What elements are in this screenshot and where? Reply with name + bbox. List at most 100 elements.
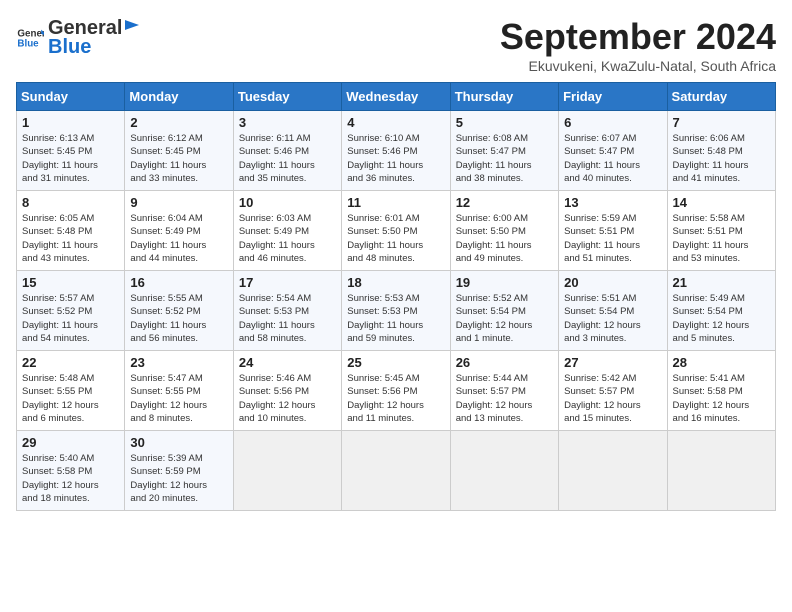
day-number: 24	[239, 355, 336, 370]
day-info: Sunrise: 5:40 AM Sunset: 5:58 PM Dayligh…	[22, 452, 119, 505]
day-number: 3	[239, 115, 336, 130]
day-info: Sunrise: 6:12 AM Sunset: 5:45 PM Dayligh…	[130, 132, 227, 185]
calendar-day-cell: 21 Sunrise: 5:49 AM Sunset: 5:54 PM Dayli…	[667, 271, 775, 351]
day-info: Sunrise: 6:05 AM Sunset: 5:48 PM Dayligh…	[22, 212, 119, 265]
day-of-week-header: Saturday	[667, 83, 775, 111]
day-info: Sunrise: 6:01 AM Sunset: 5:50 PM Dayligh…	[347, 212, 444, 265]
calendar-day-cell: 4 Sunrise: 6:10 AM Sunset: 5:46 PM Daylig…	[342, 111, 450, 191]
calendar-day-cell: 6 Sunrise: 6:07 AM Sunset: 5:47 PM Daylig…	[559, 111, 667, 191]
day-number: 5	[456, 115, 553, 130]
title-block: September 2024 Ekuvukeni, KwaZulu-Natal,…	[500, 16, 776, 74]
calendar-day-cell: 19 Sunrise: 5:52 AM Sunset: 5:54 PM Dayli…	[450, 271, 558, 351]
calendar-table: SundayMondayTuesdayWednesdayThursdayFrid…	[16, 82, 776, 511]
calendar-day-cell: 24 Sunrise: 5:46 AM Sunset: 5:56 PM Dayli…	[233, 351, 341, 431]
day-info: Sunrise: 5:39 AM Sunset: 5:59 PM Dayligh…	[130, 452, 227, 505]
day-number: 7	[673, 115, 770, 130]
calendar-day-cell	[233, 431, 341, 511]
day-info: Sunrise: 5:52 AM Sunset: 5:54 PM Dayligh…	[456, 292, 553, 345]
calendar-day-cell: 9 Sunrise: 6:04 AM Sunset: 5:49 PM Daylig…	[125, 191, 233, 271]
day-info: Sunrise: 5:47 AM Sunset: 5:55 PM Dayligh…	[130, 372, 227, 425]
day-number: 22	[22, 355, 119, 370]
location: Ekuvukeni, KwaZulu-Natal, South Africa	[500, 58, 776, 74]
day-number: 27	[564, 355, 661, 370]
page-header: General Blue General Blue September 2024…	[16, 16, 776, 74]
day-info: Sunrise: 5:42 AM Sunset: 5:57 PM Dayligh…	[564, 372, 661, 425]
day-info: Sunrise: 5:45 AM Sunset: 5:56 PM Dayligh…	[347, 372, 444, 425]
day-info: Sunrise: 6:04 AM Sunset: 5:49 PM Dayligh…	[130, 212, 227, 265]
day-number: 20	[564, 275, 661, 290]
day-number: 21	[673, 275, 770, 290]
day-number: 19	[456, 275, 553, 290]
day-info: Sunrise: 5:41 AM Sunset: 5:58 PM Dayligh…	[673, 372, 770, 425]
calendar-day-cell: 27 Sunrise: 5:42 AM Sunset: 5:57 PM Dayli…	[559, 351, 667, 431]
calendar-week-row: 22 Sunrise: 5:48 AM Sunset: 5:55 PM Dayli…	[17, 351, 776, 431]
calendar-day-cell	[559, 431, 667, 511]
day-info: Sunrise: 5:59 AM Sunset: 5:51 PM Dayligh…	[564, 212, 661, 265]
logo: General Blue General Blue	[16, 16, 142, 59]
calendar-day-cell: 5 Sunrise: 6:08 AM Sunset: 5:47 PM Daylig…	[450, 111, 558, 191]
day-info: Sunrise: 5:55 AM Sunset: 5:52 PM Dayligh…	[130, 292, 227, 345]
calendar-day-cell: 20 Sunrise: 5:51 AM Sunset: 5:54 PM Dayli…	[559, 271, 667, 351]
day-number: 8	[22, 195, 119, 210]
month-title: September 2024	[500, 16, 776, 58]
day-info: Sunrise: 6:07 AM Sunset: 5:47 PM Dayligh…	[564, 132, 661, 185]
day-number: 1	[22, 115, 119, 130]
day-number: 26	[456, 355, 553, 370]
logo-chevron-icon	[123, 16, 141, 34]
day-number: 15	[22, 275, 119, 290]
day-info: Sunrise: 6:10 AM Sunset: 5:46 PM Dayligh…	[347, 132, 444, 185]
day-number: 18	[347, 275, 444, 290]
day-info: Sunrise: 5:44 AM Sunset: 5:57 PM Dayligh…	[456, 372, 553, 425]
day-info: Sunrise: 5:48 AM Sunset: 5:55 PM Dayligh…	[22, 372, 119, 425]
calendar-day-cell: 13Sunrise: 5:59 AM Sunset: 5:51 PM Dayli…	[559, 191, 667, 271]
calendar-day-cell: 30 Sunrise: 5:39 AM Sunset: 5:59 PM Dayli…	[125, 431, 233, 511]
day-number: 12	[456, 195, 553, 210]
calendar-day-cell	[667, 431, 775, 511]
day-of-week-header: Friday	[559, 83, 667, 111]
svg-text:Blue: Blue	[17, 38, 39, 49]
day-info: Sunrise: 5:53 AM Sunset: 5:53 PM Dayligh…	[347, 292, 444, 345]
day-number: 6	[564, 115, 661, 130]
calendar-day-cell: 3Sunrise: 6:11 AM Sunset: 5:46 PM Daylig…	[233, 111, 341, 191]
day-info: Sunrise: 5:46 AM Sunset: 5:56 PM Dayligh…	[239, 372, 336, 425]
calendar-day-cell: 28Sunrise: 5:41 AM Sunset: 5:58 PM Dayli…	[667, 351, 775, 431]
calendar-week-row: 1 Sunrise: 6:13 AM Sunset: 5:45 PM Daylig…	[17, 111, 776, 191]
calendar-day-cell: 2 Sunrise: 6:12 AM Sunset: 5:45 PM Daylig…	[125, 111, 233, 191]
day-info: Sunrise: 5:57 AM Sunset: 5:52 PM Dayligh…	[22, 292, 119, 345]
calendar-day-cell: 16Sunrise: 5:55 AM Sunset: 5:52 PM Dayli…	[125, 271, 233, 351]
calendar-day-cell: 7Sunrise: 6:06 AM Sunset: 5:48 PM Daylig…	[667, 111, 775, 191]
logo-icon: General Blue	[16, 24, 44, 52]
day-info: Sunrise: 6:13 AM Sunset: 5:45 PM Dayligh…	[22, 132, 119, 185]
calendar-week-row: 29Sunrise: 5:40 AM Sunset: 5:58 PM Dayli…	[17, 431, 776, 511]
day-info: Sunrise: 5:49 AM Sunset: 5:54 PM Dayligh…	[673, 292, 770, 345]
day-number: 30	[130, 435, 227, 450]
day-of-week-header: Sunday	[17, 83, 125, 111]
day-number: 14	[673, 195, 770, 210]
calendar-day-cell: 17Sunrise: 5:54 AM Sunset: 5:53 PM Dayli…	[233, 271, 341, 351]
day-info: Sunrise: 6:03 AM Sunset: 5:49 PM Dayligh…	[239, 212, 336, 265]
day-info: Sunrise: 5:51 AM Sunset: 5:54 PM Dayligh…	[564, 292, 661, 345]
calendar-day-cell: 26 Sunrise: 5:44 AM Sunset: 5:57 PM Dayli…	[450, 351, 558, 431]
calendar-day-cell: 8 Sunrise: 6:05 AM Sunset: 5:48 PM Daylig…	[17, 191, 125, 271]
day-info: Sunrise: 5:54 AM Sunset: 5:53 PM Dayligh…	[239, 292, 336, 345]
calendar-day-cell: 25 Sunrise: 5:45 AM Sunset: 5:56 PM Dayli…	[342, 351, 450, 431]
calendar-day-cell: 14 Sunrise: 5:58 AM Sunset: 5:51 PM Dayli…	[667, 191, 775, 271]
day-info: Sunrise: 5:58 AM Sunset: 5:51 PM Dayligh…	[673, 212, 770, 265]
day-number: 25	[347, 355, 444, 370]
calendar-day-cell: 1 Sunrise: 6:13 AM Sunset: 5:45 PM Daylig…	[17, 111, 125, 191]
calendar-day-cell: 15 Sunrise: 5:57 AM Sunset: 5:52 PM Dayli…	[17, 271, 125, 351]
day-of-week-header: Thursday	[450, 83, 558, 111]
day-number: 4	[347, 115, 444, 130]
day-info: Sunrise: 6:08 AM Sunset: 5:47 PM Dayligh…	[456, 132, 553, 185]
calendar-day-cell: 10Sunrise: 6:03 AM Sunset: 5:49 PM Dayli…	[233, 191, 341, 271]
calendar-day-cell: 12Sunrise: 6:00 AM Sunset: 5:50 PM Dayli…	[450, 191, 558, 271]
day-number: 11	[347, 195, 444, 210]
calendar-week-row: 8 Sunrise: 6:05 AM Sunset: 5:48 PM Daylig…	[17, 191, 776, 271]
day-of-week-header: Monday	[125, 83, 233, 111]
calendar-day-cell: 11 Sunrise: 6:01 AM Sunset: 5:50 PM Dayli…	[342, 191, 450, 271]
calendar-day-cell: 23Sunrise: 5:47 AM Sunset: 5:55 PM Dayli…	[125, 351, 233, 431]
calendar-body: 1 Sunrise: 6:13 AM Sunset: 5:45 PM Daylig…	[17, 111, 776, 511]
day-number: 9	[130, 195, 227, 210]
calendar-header: SundayMondayTuesdayWednesdayThursdayFrid…	[17, 83, 776, 111]
day-number: 2	[130, 115, 227, 130]
